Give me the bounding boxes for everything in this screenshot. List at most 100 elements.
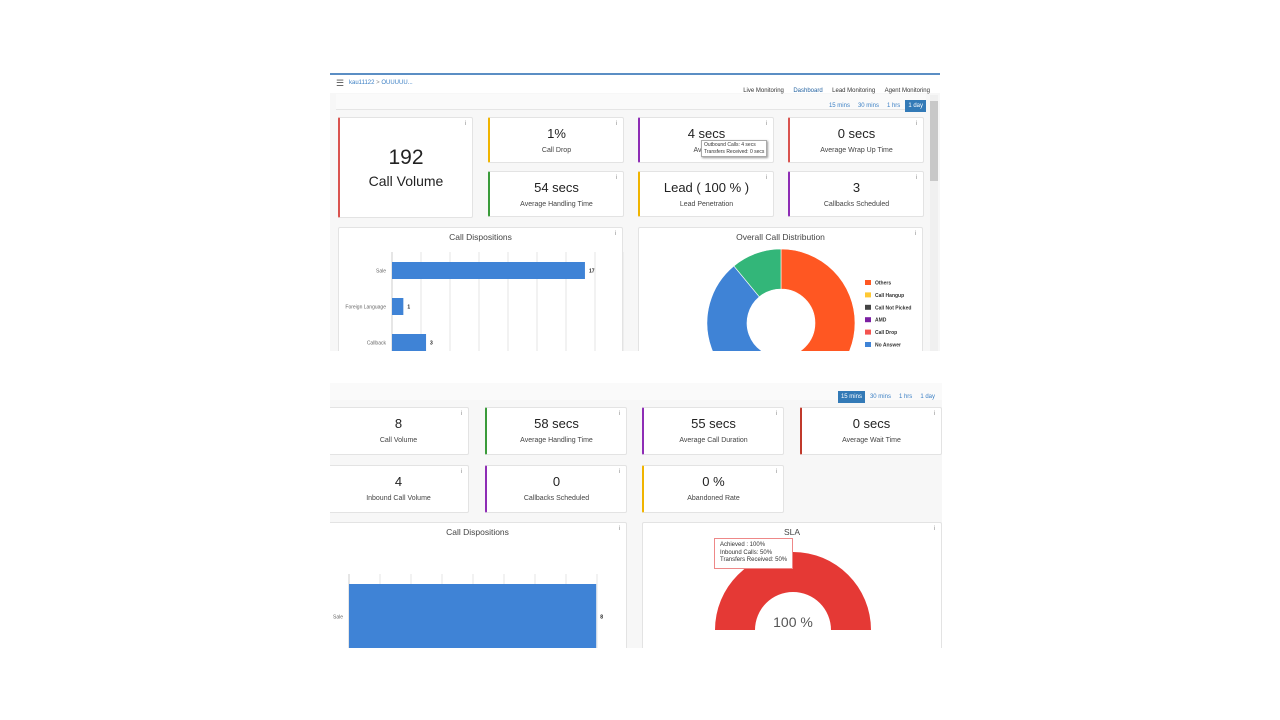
bar[interactable] (392, 298, 404, 315)
time-filter-bar: 15 mins 30 mins 1 hrs 1 day (336, 94, 926, 112)
donut-slice[interactable] (780, 248, 856, 351)
breadcrumb-item[interactable]: kau11122 (349, 80, 374, 86)
tooltip: Outbound Calls: 4 secs Transfers Receive… (701, 140, 768, 157)
metric-card: i 54 secs Average Handling Time (488, 171, 624, 217)
bar[interactable] (392, 262, 585, 279)
data-label: 17 (589, 269, 595, 275)
metric-card: i 58 secs Average Handling Time (485, 407, 627, 455)
metric-label: Average Wait Time (842, 437, 901, 444)
legend-label[interactable]: No Answer (875, 343, 901, 349)
overall-call-distribution-chart: Overall Call Distribution i Others Call H… (638, 227, 923, 351)
call-dispositions-chart: Call Dispositions i Sale 17 Foreign Langua… (338, 227, 624, 351)
legend-swatch (865, 342, 871, 347)
metric-label: Callbacks Scheduled (523, 495, 590, 502)
bar[interactable] (349, 584, 597, 648)
bar-chart: Sale 17 Foreign Language 1 Callback 3 (345, 252, 624, 351)
legend-label[interactable]: Others (875, 281, 891, 287)
header: ☰ kau11122 > OUUUUU... Live Monitoring D… (330, 75, 940, 97)
metric-card: i Lead ( 100 % ) Lead Penetration (638, 171, 774, 217)
filter-30-mins[interactable]: 30 mins (867, 391, 894, 403)
metric-label: Call Volume (368, 173, 444, 189)
info-icon[interactable]: i (465, 121, 466, 127)
tooltip-line: Transfers Received: 0 secs (704, 148, 765, 155)
legend-swatch (865, 329, 871, 335)
filter-1-hrs[interactable]: 1 hrs (896, 391, 915, 403)
metric-card: i 4 Inbound Call Volume (330, 465, 469, 513)
category-label: Callback (367, 341, 387, 347)
legend-swatch (865, 292, 871, 298)
metric-value: 3 (852, 180, 861, 195)
metric-value: 58 secs (534, 416, 579, 431)
metric-card: i 3 Callbacks Scheduled (788, 171, 924, 217)
bar[interactable] (392, 334, 427, 351)
tooltip-line: Inbound Calls: 50% (720, 549, 773, 556)
metric-card: i 0 % Abandoned Rate (642, 465, 784, 513)
legend-label[interactable]: Call Drop (875, 330, 897, 336)
data-label: 8 (600, 615, 603, 621)
metric-label: Abandoned Rate (687, 495, 740, 502)
metric-value: 0 secs (852, 416, 891, 431)
metric-value: 4 secs (687, 126, 726, 141)
top-dashboard: ☰ kau11122 > OUUUUU... Live Monitoring D… (330, 73, 940, 351)
sla-tooltip: Achieved : 100% Inbound Calls: 50% Trans… (714, 538, 794, 569)
legend-swatch (865, 317, 871, 323)
metric-value: 4 (394, 474, 403, 489)
metric-value: 0 % (702, 474, 725, 489)
metric-card: i 1% Call Drop (488, 117, 624, 163)
breadcrumb: kau11122 > OUUUUU... (349, 80, 413, 86)
data-label: 3 (430, 341, 433, 347)
metric-label: Average Wrap Up Time (820, 147, 893, 154)
metric-label: Inbound Call Volume (366, 495, 431, 502)
legend-label[interactable]: Call Not Picked (875, 305, 911, 311)
time-filter-bar: 15 mins 30 mins 1 hrs 1 day (330, 383, 942, 403)
gauge-value: 100 % (773, 614, 813, 630)
scrollbar[interactable] (930, 95, 938, 351)
category-label: Foreign Language (345, 305, 386, 311)
metric-label: Lead Penetration (679, 201, 734, 208)
metric-value: Lead ( 100 % ) (663, 180, 750, 195)
metric-label: Call Drop (541, 147, 572, 154)
metric-label: Callbacks Scheduled (823, 201, 890, 208)
sla-chart: SLA i 100 % Achieved : 100% Inbound Call… (642, 522, 942, 648)
breadcrumb-item[interactable]: OUUUUU... (381, 80, 412, 86)
legend-swatch (865, 280, 871, 285)
filter-30-mins[interactable]: 30 mins (855, 100, 882, 112)
category-label: Sale (376, 269, 386, 275)
filter-15-mins[interactable]: 15 mins (826, 100, 853, 112)
metric-label: Average Call Duration (679, 437, 748, 444)
filter-1-day[interactable]: 1 day (917, 391, 938, 403)
metric-label: Average Handling Time (520, 437, 593, 444)
tooltip-line: Achieved : 100% (720, 542, 766, 548)
tooltip-line: Transfers Received: 50% (720, 557, 788, 563)
menu-icon[interactable]: ☰ (336, 78, 344, 89)
metric-card: i 0 secs Average Wrap Up Time (788, 117, 924, 163)
metric-value: 1% (547, 126, 566, 141)
metric-card: i 8 Call Volume (330, 407, 469, 455)
metric-label: Call Volume (379, 437, 418, 444)
filter-15-mins[interactable]: 15 mins (837, 391, 865, 403)
metric-card: i 0 secs Average Wait Time (800, 407, 942, 455)
legend-swatch (865, 304, 871, 310)
filter-1-hrs[interactable]: 1 hrs (884, 100, 903, 112)
bar-chart: Sale 8 (333, 574, 603, 648)
metric-value: 0 (552, 474, 561, 489)
metric-value: 55 secs (691, 416, 736, 431)
bottom-dashboard: 15 mins 30 mins 1 hrs 1 day i 8 Call Volume… (330, 383, 942, 648)
donut-chart: Others Call Hangup Call Not Picked AMD Call … (706, 248, 911, 351)
metric-card: i 55 secs Average Call Duration (642, 407, 784, 455)
metric-card: i 0 Callbacks Scheduled (485, 465, 627, 513)
call-dispositions-chart: Call Dispositions i Sale 8 (330, 522, 627, 648)
data-label: 1 (407, 305, 410, 311)
tooltip-line: Outbound Calls: 4 secs (704, 142, 756, 148)
metric-card-call-volume: i 192 Call Volume (338, 117, 473, 218)
metric-value: 192 (388, 146, 424, 169)
breadcrumb-separator: > (376, 80, 380, 86)
metric-value: 0 secs (837, 126, 876, 141)
legend-label[interactable]: AMD (875, 318, 887, 324)
metric-label: Average Handling Time (520, 201, 593, 208)
category-label: Sale (333, 615, 343, 621)
metric-value: 8 (394, 416, 403, 431)
metric-value: 54 secs (534, 180, 579, 195)
filter-1-day[interactable]: 1 day (905, 100, 926, 112)
legend-label[interactable]: Call Hangup (875, 293, 904, 299)
